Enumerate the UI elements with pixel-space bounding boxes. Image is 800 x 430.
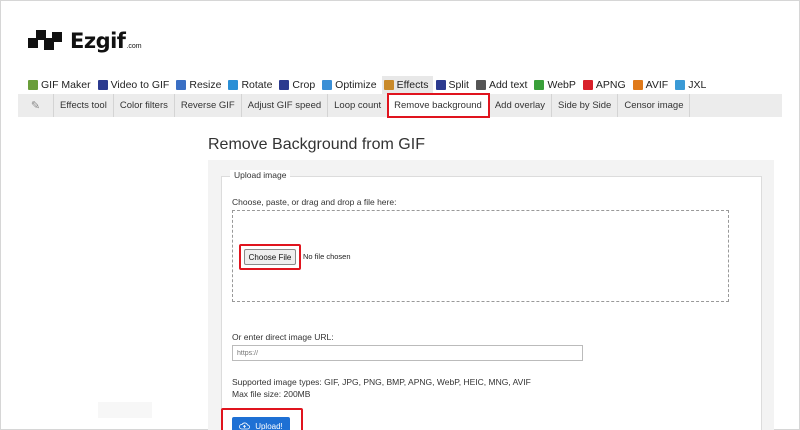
main-nav: GIF Maker Video to GIF Resize Rotate Crop Opt… [26,76,711,94]
rotate-icon [228,80,239,90]
nav-item-effects[interactable]: Effects [381,76,433,94]
fieldset-legend: Upload image [230,170,291,180]
avif-icon [632,80,643,90]
optimize-icon [322,80,333,90]
file-drop-zone[interactable]: Choose File No file chosen [232,210,729,302]
logo-text: Ezgif [70,29,126,53]
supported-types-text: Supported image types: GIF, JPG, PNG, BM… [232,377,531,387]
subnav-item-effects-tool[interactable]: Effects tool [54,94,114,117]
nav-item-label: Add text [488,79,528,91]
choose-file-label: Choose, paste, or drag and drop a file h… [232,197,397,207]
magic-wand-icon: ✎ [18,94,54,117]
nav-item-gif-maker[interactable]: GIF Maker [26,76,95,94]
nav-item-jxl[interactable]: JXL [673,76,710,94]
nav-item-label: Resize [189,79,222,91]
nav-item-split[interactable]: Split [434,76,473,94]
image-url-input[interactable] [232,345,583,361]
jxl-icon [675,80,686,90]
site-logo[interactable]: Ezgif .com [28,28,142,52]
nav-item-label: Rotate [241,79,273,91]
subnav-item-side-by-side[interactable]: Side by Side [552,94,619,117]
effects-subnav: ✎ Effects tool Color filters Reverse GIF Ad… [18,93,782,118]
subnav-item-censor-image[interactable]: Censor image [618,94,691,117]
nav-item-optimize[interactable]: Optimize [320,76,380,94]
subnav-item-remove-background[interactable]: Remove background [387,93,490,118]
url-label: Or enter direct image URL: [232,332,334,342]
effects-icon [383,80,394,90]
nav-item-video-to-gif[interactable]: Video to GIF [96,76,174,94]
nav-item-label: APNG [595,79,626,91]
nav-item-label: Effects [396,79,429,91]
video-icon [97,80,108,90]
no-file-chosen-text: No file chosen [303,252,351,261]
apng-icon [582,80,593,90]
nav-item-label: GIF Maker [41,79,91,91]
subnav-item-reverse-gif[interactable]: Reverse GIF [175,94,242,117]
nav-item-label: Video to GIF [110,79,170,91]
upload-button[interactable]: Upload! [232,417,290,430]
nav-item-label: Crop [292,79,316,91]
page-title: Remove Background from GIF [208,136,425,153]
subnav-item-adjust-gif-speed[interactable]: Adjust GIF speed [242,94,329,117]
upload-button-highlight: Upload! [221,408,303,430]
subnav-item-add-overlay[interactable]: Add overlay [489,94,552,117]
nav-item-webp[interactable]: WebP [532,76,579,94]
upload-fieldset: Upload image Choose, paste, or drag and … [221,170,762,430]
nav-item-label: Optimize [335,79,377,91]
nav-item-label: WebP [547,79,576,91]
split-icon [435,80,446,90]
webp-icon [534,80,545,90]
nav-item-apng[interactable]: APNG [581,76,630,94]
gif-maker-icon [28,80,38,90]
upload-button-label: Upload! [255,421,283,430]
choose-file-highlight: Choose File [239,244,301,270]
nav-item-resize[interactable]: Resize [174,76,225,94]
crop-icon [279,80,290,90]
logo-suffix: .com [126,43,142,50]
choose-file-button[interactable]: Choose File [244,249,296,265]
ezgif-logo-icon [28,28,64,52]
nav-item-rotate[interactable]: Rotate [226,76,276,94]
cloud-upload-icon [239,422,251,430]
faint-placeholder [98,402,152,418]
nav-item-label: Split [448,79,469,91]
nav-item-avif[interactable]: AVIF [631,76,673,94]
subnav-item-loop-count[interactable]: Loop count [328,94,389,117]
nav-item-add-text[interactable]: Add text [474,76,532,94]
nav-item-label: JXL [688,79,707,91]
nav-item-label: AVIF [645,79,669,91]
resize-icon [176,80,187,90]
add-text-icon [475,80,486,90]
upload-panel: Upload image Choose, paste, or drag and … [208,160,774,430]
subnav-item-color-filters[interactable]: Color filters [114,94,175,117]
max-file-size-text: Max file size: 200MB [232,389,311,399]
nav-item-crop[interactable]: Crop [277,76,319,94]
